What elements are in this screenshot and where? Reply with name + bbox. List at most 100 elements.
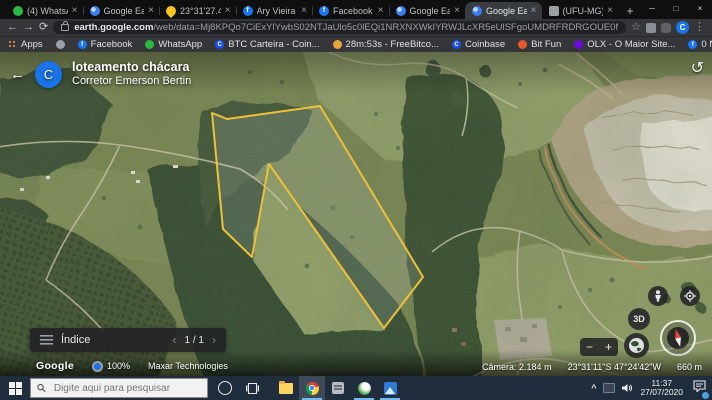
browser-tab[interactable]: Google Earth× — [83, 2, 160, 19]
bookmarks-bar: Apps fFacebook WhatsApp CBTC Carteira - Coi… — [0, 36, 712, 52]
url-text: earth.google.com/web/data=Mj8KPQo7CiExYl… — [74, 22, 618, 33]
tab-close-icon[interactable]: × — [378, 6, 384, 16]
address-bar[interactable]: earth.google.com/web/data=Mj8KPQo7CiExYl… — [53, 21, 626, 34]
tab-close-icon[interactable]: × — [148, 6, 154, 16]
photos-icon — [384, 382, 397, 395]
tab-title: Google Earth — [486, 6, 527, 16]
back-arrow-icon[interactable]: ← — [10, 67, 25, 82]
taskbar-app-photos[interactable] — [377, 376, 403, 400]
browser-tab[interactable]: Google Earth × — [465, 2, 542, 19]
olx-icon — [574, 40, 583, 49]
search-icon — [37, 383, 46, 393]
taskbar-clock[interactable]: 11:37 27/07/2020 — [640, 379, 683, 398]
bookmark-item[interactable]: f 0 Notificações — [688, 39, 712, 50]
bookmark-item[interactable]: CBTC Carteira - Coin... — [215, 39, 319, 50]
bookmark-label: WhatsApp — [158, 39, 202, 50]
taskbar-app-chrome[interactable] — [299, 376, 325, 400]
whatsapp-favicon — [13, 6, 23, 16]
bookmark-label: Coinbase — [465, 39, 505, 50]
maximize-button[interactable]: □ — [664, 0, 688, 16]
prev-page-icon[interactable]: ‹ — [173, 333, 177, 347]
windows-logo-icon — [9, 382, 22, 395]
browser-tab-strip: (4) WhatsApp×Google Earth×23°31'27.4"S 4… — [0, 0, 712, 19]
tab-close-icon[interactable]: × — [301, 6, 307, 16]
whatsapp-icon — [145, 40, 154, 49]
freebitco-icon — [333, 40, 342, 49]
browser-tab[interactable]: 23°31'27.4"S 4 × — [159, 2, 236, 19]
hidden-icons-chevron[interactable]: ^ — [591, 383, 596, 393]
stream-progress-icon — [92, 361, 103, 372]
pin-favicon — [164, 3, 178, 17]
search-input[interactable] — [52, 382, 201, 395]
bookmark-item[interactable]: Bit Fun — [518, 39, 561, 50]
bookmark-label: 0 Notificações — [701, 39, 712, 50]
profile-avatar[interactable]: C — [676, 21, 689, 34]
bookmark-item[interactable]: CCoinbase — [452, 39, 505, 50]
taskbar-app-file-explorer[interactable] — [273, 376, 299, 400]
tab-close-icon[interactable]: × — [72, 6, 78, 16]
browser-tab[interactable]: fFacebook× — [312, 2, 389, 19]
index-bar[interactable]: Índice ‹ 1 / 1 › — [30, 328, 226, 352]
action-center-icon[interactable] — [693, 379, 706, 397]
tab-title: 23°31'27.4"S 4 — [180, 6, 221, 16]
camera-coordinates: 23°31'11"S 47°24'42"W — [568, 362, 661, 372]
bookmark-item[interactable]: 28m:53s - FreeBitco... — [333, 39, 439, 50]
tab-close-icon[interactable]: × — [225, 6, 231, 16]
menu-icon[interactable] — [40, 335, 53, 345]
bookmark-item[interactable] — [56, 40, 65, 49]
map-scale: 660 m — [677, 362, 702, 372]
browser-tab[interactable]: fAry Vieira | Fa× — [236, 2, 313, 19]
cortana-icon[interactable] — [218, 381, 232, 395]
page-indicator: 1 / 1 — [185, 335, 204, 346]
taskbar-search[interactable] — [30, 378, 208, 398]
google-earth-pro-icon — [358, 382, 371, 395]
pegman-button[interactable] — [648, 286, 668, 306]
my-location-button[interactable] — [680, 286, 700, 306]
tray-app-icon[interactable] — [603, 383, 615, 393]
browser-menu-icon[interactable]: ⋮ — [694, 22, 705, 33]
close-button[interactable]: × — [688, 0, 712, 16]
next-page-icon[interactable]: › — [212, 333, 216, 347]
extension-icon[interactable] — [646, 23, 656, 33]
tab-strip-tabs: (4) WhatsApp×Google Earth×23°31'27.4"S 4… — [6, 0, 618, 19]
window-controls: ─ □ × — [640, 0, 712, 16]
start-button[interactable] — [0, 376, 30, 400]
back-button[interactable]: ← — [7, 22, 18, 33]
tab-close-icon[interactable]: × — [454, 6, 460, 16]
taskbar-app-document-app[interactable] — [325, 376, 351, 400]
attribution-bar: Google 100% Maxar Technologies Câmera: 2… — [0, 350, 712, 376]
reload-button[interactable]: ⟳ — [39, 22, 48, 33]
browser-tab[interactable]: (4) WhatsApp× — [6, 2, 83, 19]
imagery-provider: Maxar Technologies — [148, 361, 228, 371]
browser-tab[interactable]: Google Earth× — [389, 2, 466, 19]
bookmark-item[interactable]: fFacebook — [78, 39, 133, 50]
google-earth-view[interactable]: ← C loteamento chácara Corretor Emerson … — [0, 52, 712, 376]
extensions-menu-icon[interactable] — [661, 23, 671, 33]
bookmark-item[interactable]: Apps — [8, 39, 43, 50]
bookmark-label: 28m:53s - FreeBitco... — [346, 39, 439, 50]
tab-close-icon[interactable]: × — [607, 6, 613, 16]
bookmark-item[interactable]: OLX - O Maior Site... — [574, 39, 675, 50]
taskbar-app-google-earth-pro[interactable] — [351, 376, 377, 400]
volume-icon[interactable] — [622, 383, 633, 393]
chrome-icon — [306, 382, 319, 395]
bookmark-label: Apps — [21, 39, 43, 50]
browser-tab[interactable]: (UFU-MG)o m× — [542, 2, 619, 19]
tab-title: Google Earth — [104, 6, 145, 16]
new-tab-button[interactable]: + — [620, 2, 640, 19]
stream-percent: 100% — [107, 361, 130, 371]
3d-button[interactable]: 3D — [628, 308, 650, 330]
bookmark-item[interactable]: WhatsApp — [145, 39, 202, 50]
bookmark-star-icon[interactable]: ☆ — [631, 22, 641, 33]
minimize-button[interactable]: ─ — [640, 0, 664, 16]
task-view-icon[interactable] — [246, 383, 259, 394]
desktop-screen: (4) WhatsApp×Google Earth×23°31'27.4"S 4… — [0, 0, 712, 400]
earth-favicon — [90, 6, 100, 16]
reset-view-icon[interactable]: ↺ — [691, 58, 704, 78]
placemark-avatar[interactable]: C — [35, 61, 62, 88]
facebook-icon: f — [688, 40, 697, 49]
tab-close-icon[interactable]: × — [531, 6, 537, 16]
document-app-icon — [332, 382, 344, 394]
my-location-icon — [684, 290, 696, 302]
forward-button[interactable]: → — [23, 22, 34, 33]
